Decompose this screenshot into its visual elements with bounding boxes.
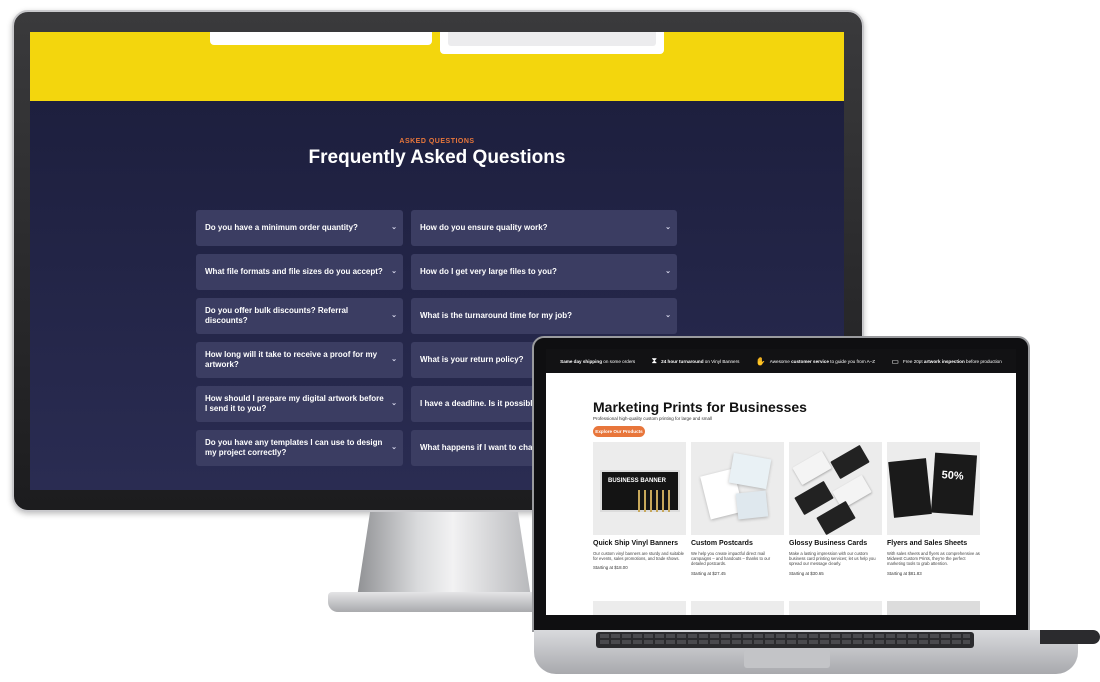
faq-item[interactable]: Do you have any templates I can use to d… — [196, 430, 403, 466]
product-name[interactable]: Custom Postcards — [691, 540, 784, 548]
monitor-icon: ▭ — [891, 356, 899, 366]
hourglass-icon: ⧗ — [651, 356, 658, 365]
faq-item[interactable]: How do you ensure quality work? ⌄ — [411, 210, 677, 246]
faq-item[interactable]: What is the turnaround time for my job? … — [411, 298, 677, 334]
product-card[interactable]: BUSINESS BANNER Quick Ship Vinyl Banners… — [593, 442, 686, 570]
faq-question: What is the turnaround time for my job? — [420, 311, 572, 320]
handshake-icon: ✋ — [755, 356, 766, 366]
yellow-section — [30, 32, 844, 101]
faq-item[interactable]: How should I prepare my digital artwork … — [196, 386, 403, 422]
faq-question: How do you ensure quality work? — [420, 223, 548, 232]
banner-art: BUSINESS BANNER — [600, 470, 680, 512]
product-description: With sales sheets and flyers as comprehe… — [887, 551, 980, 567]
laptop-screen: Same day shipping on some orders ⧗ 24 ho… — [546, 349, 1016, 615]
product-name[interactable]: Glossy Business Cards — [789, 540, 882, 548]
faq-question: What is your return policy? — [420, 355, 524, 364]
explore-products-button[interactable]: Explore Our Products — [593, 426, 645, 437]
faq-question: Do you have any templates I can use to d… — [205, 438, 383, 457]
chevron-down-icon: ⌄ — [665, 268, 671, 275]
product-price: Starting at $18.00 — [593, 565, 628, 571]
keyboard-row — [600, 634, 970, 638]
page-title: Marketing Prints for Businesses — [593, 399, 807, 415]
chevron-down-icon: ⌄ — [391, 356, 397, 363]
product-description: Our custom vinyl banners are sturdy and … — [593, 551, 685, 562]
product-name[interactable]: Quick Ship Vinyl Banners — [593, 540, 686, 548]
product-price: Starting at $27.45 — [691, 570, 726, 576]
faq-question: How should I prepare my digital artwork … — [205, 394, 384, 413]
faq-title: Frequently Asked Questions — [308, 147, 566, 168]
product-card[interactable]: 50% Flyers and Sales Sheets With sales s… — [887, 442, 980, 576]
chevron-down-icon: ⌄ — [391, 444, 397, 451]
faq-question: Do you have a minimum order quantity? — [205, 223, 358, 232]
product-image — [691, 442, 784, 535]
product-card[interactable]: Glossy Business Cards Make a lasting imp… — [789, 442, 882, 576]
product-image: 50% — [887, 442, 980, 535]
monitor-stand-base — [328, 592, 556, 612]
faq-question: Do you offer bulk discounts? Referral di… — [205, 306, 349, 325]
faq-question: What file formats and file sizes do you … — [205, 267, 383, 276]
faq-question: I have a deadline. Is it possible to — [420, 399, 547, 408]
faq-question: How do I get very large files to you? — [420, 267, 557, 276]
trackpad — [744, 650, 830, 668]
promo-turnaround: ⧗ 24 hour turnaround on Vinyl Banners — [651, 356, 740, 365]
chevron-down-icon: ⌄ — [665, 224, 671, 231]
card-bottom-left — [210, 32, 432, 45]
promo-service: ✋ Awesome customer service to guide you … — [755, 356, 876, 366]
promo-inspection: ▭ Free 20pt artwork inspection before pr… — [891, 356, 1002, 366]
product-card[interactable]: Custom Postcards We help you create impa… — [691, 442, 784, 576]
faq-item[interactable]: Do you offer bulk discounts? Referral di… — [196, 298, 403, 334]
product-card-stub — [887, 601, 980, 615]
product-name[interactable]: Flyers and Sales Sheets — [887, 540, 980, 548]
faq-item[interactable]: How long will it take to receive a proof… — [196, 342, 403, 378]
product-price: Starting at $30.65 — [789, 570, 824, 576]
chevron-down-icon: ⌄ — [665, 312, 671, 319]
product-description: Make a lasting impression with our custo… — [789, 551, 876, 567]
chevron-down-icon: ⌄ — [391, 400, 397, 407]
keyboard-row — [600, 640, 970, 644]
product-card-stub — [789, 601, 882, 615]
monitor-stand — [356, 512, 532, 604]
chevron-down-icon: ⌄ — [391, 224, 397, 231]
product-image: BUSINESS BANNER — [593, 442, 686, 535]
faq-item[interactable]: Do you have a minimum order quantity? ⌄ — [196, 210, 403, 246]
product-card-stub — [593, 601, 686, 615]
faq-kicker: ASKED QUESTIONS — [399, 138, 475, 145]
faq-item[interactable]: What file formats and file sizes do you … — [196, 254, 403, 290]
chevron-down-icon: ⌄ — [391, 312, 397, 319]
promo-shipping: Same day shipping on some orders — [560, 358, 636, 364]
product-description: We help you create impactful direct mail… — [691, 551, 771, 567]
product-card-stub — [691, 601, 784, 615]
chevron-down-icon: ⌄ — [391, 268, 397, 275]
product-image — [789, 442, 882, 535]
card-bottom-right — [440, 32, 664, 54]
page-subtitle: Professional high-quality custom printin… — [593, 416, 713, 421]
faq-question: How long will it take to receive a proof… — [205, 350, 378, 369]
product-price: Starting at $81.83 — [887, 570, 922, 576]
promo-bar: Same day shipping on some orders ⧗ 24 ho… — [546, 349, 1016, 373]
faq-item[interactable]: How do I get very large files to you? ⌄ — [411, 254, 677, 290]
laptop-base-edge — [1040, 630, 1100, 644]
